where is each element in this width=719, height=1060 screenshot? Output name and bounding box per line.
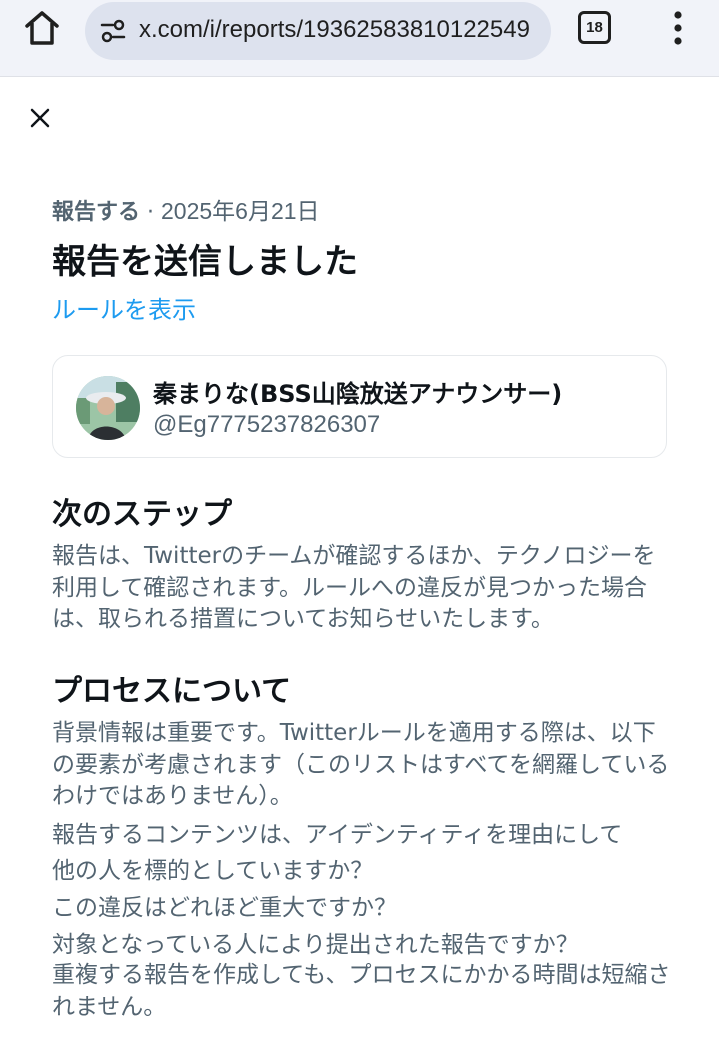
- process-intro: 背景情報は重要です。Twitterルールを適用する際は、以下の要素が考慮されます…: [52, 720, 670, 809]
- home-icon[interactable]: [22, 8, 62, 48]
- url-text[interactable]: x.com/i/reports/19362583810122549: [139, 16, 543, 44]
- more-vert-icon[interactable]: [670, 10, 686, 46]
- browser-toolbar: x.com/i/reports/19362583810122549 18: [0, 0, 719, 77]
- report-date: 2025年6月21日: [161, 198, 320, 224]
- meta-separator: ·: [140, 200, 161, 225]
- report-meta: 報告する · 2025年6月21日: [52, 192, 320, 226]
- report-breadcrumb: 報告する: [52, 200, 141, 225]
- avatar: [76, 376, 140, 440]
- process-heading: プロセスについて: [52, 674, 292, 709]
- view-rules-link[interactable]: ルールを表示: [52, 290, 196, 325]
- account-name: 秦まりな(BSS山陰放送アナウンサー): [153, 380, 563, 408]
- reported-account-card[interactable]: 秦まりな(BSS山陰放送アナウンサー) @Eg7775237826307: [52, 355, 667, 458]
- process-note: 重複する報告を作成しても、プロセスにかかる時間は短縮されません。: [52, 962, 671, 1020]
- process-question-2: この違反はどれほど重大ですか？: [52, 895, 397, 921]
- next-steps-text: 報告は、Twitterのチームが確認するほか、テクノロジーを利用して確認されます…: [52, 543, 656, 632]
- process-question-3: 対象となっている人により提出された報告ですか？: [52, 932, 579, 958]
- address-bar[interactable]: x.com/i/reports/19362583810122549: [85, 2, 551, 60]
- close-icon[interactable]: [26, 104, 54, 132]
- site-settings-icon[interactable]: [100, 19, 126, 43]
- process-question-1-line-2: 他の人を標的としていますか？: [52, 858, 374, 884]
- account-handle: @Eg7775237826307: [153, 411, 381, 438]
- page-title: 報告を送信しました: [52, 242, 358, 282]
- next-steps-heading: 次のステップ: [52, 497, 232, 532]
- process-question-1-line-1: 報告するコンテンツは、アイデンティティを理由にして: [52, 822, 623, 848]
- tab-switcher-button[interactable]: 18: [578, 11, 611, 44]
